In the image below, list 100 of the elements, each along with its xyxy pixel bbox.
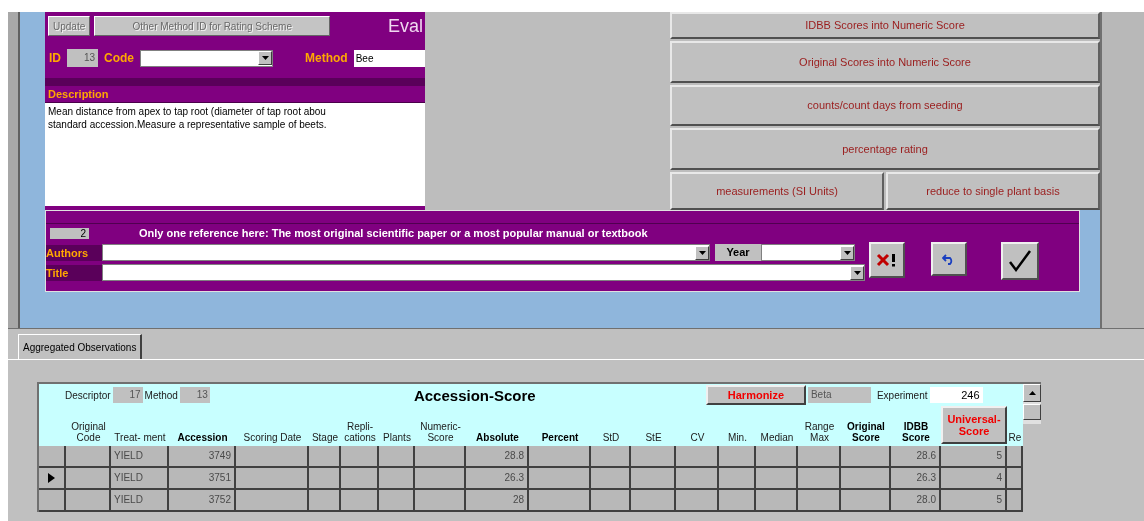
undo-button[interactable] xyxy=(931,242,967,276)
reference-note: Only one reference here: The most original scientific paper or a most popular manual or textbook xyxy=(139,227,648,239)
table-cell xyxy=(719,490,756,512)
table-cell xyxy=(798,490,841,512)
conversion-button[interactable]: counts/count days from seeding xyxy=(670,84,1100,127)
conversion-button[interactable]: reduce to single plant basis xyxy=(886,172,1100,210)
table-cell xyxy=(719,446,756,468)
table-cell: 5 xyxy=(941,446,1007,468)
column-header: Numeric- Score xyxy=(419,421,462,445)
beta-field: Beta xyxy=(807,387,871,403)
table-cell xyxy=(841,446,891,468)
table-cell xyxy=(415,446,466,468)
table-cell xyxy=(631,468,676,490)
scrollbar[interactable] xyxy=(1023,384,1041,424)
year-combo[interactable] xyxy=(761,244,855,261)
code-label: Code xyxy=(104,51,134,65)
table-cell: 4 xyxy=(941,468,1007,490)
title-combo[interactable] xyxy=(102,264,865,281)
form-title: Eval xyxy=(388,15,424,37)
authors-label: Authors xyxy=(46,244,102,261)
conversion-button[interactable]: IDBB Scores into Numeric Score xyxy=(670,12,1100,39)
table-cell xyxy=(591,468,631,490)
table-cell xyxy=(591,446,631,468)
id-field: 13 xyxy=(67,49,98,67)
table-cell xyxy=(529,468,591,490)
column-header: Range Max xyxy=(803,421,836,445)
table-cell xyxy=(1007,468,1023,490)
column-header: StD xyxy=(601,432,621,445)
table-cell xyxy=(309,446,341,468)
method-field: 13 xyxy=(179,387,210,403)
column-header: StE xyxy=(644,432,663,445)
column-header: Original Score xyxy=(846,421,886,445)
row-selector[interactable] xyxy=(39,446,66,468)
descriptor-label: Descriptor xyxy=(65,389,111,401)
table-cell xyxy=(379,446,415,468)
confirm-button[interactable] xyxy=(1001,242,1039,280)
column-header: Percent xyxy=(540,432,580,445)
dropdown-arrow-icon xyxy=(853,270,861,275)
method-field[interactable]: Bee xyxy=(353,49,425,67)
table-cell: 3752 xyxy=(169,490,236,512)
table-cell xyxy=(66,468,111,490)
table-cell xyxy=(756,468,798,490)
title-label: Title xyxy=(46,264,102,281)
tab[interactable]: Aggregated Observations xyxy=(18,334,143,359)
table-cell xyxy=(676,446,719,468)
year-label: Year xyxy=(715,244,761,261)
row-selector[interactable] xyxy=(39,468,66,490)
checkmark-icon xyxy=(1007,248,1033,274)
column-header: Median xyxy=(759,432,795,445)
conversion-button[interactable]: measurements (SI Units) xyxy=(670,172,884,210)
scroll-up-icon xyxy=(1028,391,1036,395)
experiment-field[interactable]: 246 xyxy=(929,387,983,403)
table-cell xyxy=(676,490,719,512)
reference-number-field: 2 xyxy=(50,227,89,239)
dropdown-arrow-icon xyxy=(261,56,269,60)
table-cell xyxy=(841,490,891,512)
table-cell: YIELD xyxy=(111,468,169,490)
column-header: Min. xyxy=(727,432,748,445)
row-selector[interactable] xyxy=(39,490,66,512)
experiment-label: Experiment xyxy=(876,389,928,401)
table-cell xyxy=(841,468,891,490)
table-cell: 5 xyxy=(941,490,1007,512)
table-cell: 3751 xyxy=(169,468,236,490)
table-cell: 26.3 xyxy=(466,468,529,490)
column-header: Absolute xyxy=(475,432,520,445)
table-cell xyxy=(66,446,111,468)
authors-combo[interactable] xyxy=(102,244,710,261)
subform-title: Accession-Score xyxy=(413,386,537,404)
descriptor-field: 17 xyxy=(112,387,143,403)
table-cell: 3749 xyxy=(169,446,236,468)
table-cell xyxy=(631,490,676,512)
table-cell xyxy=(1007,446,1023,468)
column-header: CV xyxy=(689,432,706,445)
table-cell xyxy=(341,490,379,512)
form-button[interactable]: Other Method ID for Rating Scheme xyxy=(94,16,331,36)
code-combo[interactable] xyxy=(140,49,273,67)
table-cell xyxy=(341,446,379,468)
delete-button[interactable] xyxy=(869,242,905,278)
conversion-button[interactable]: Original Scores into Numeric Score xyxy=(670,40,1100,83)
form-button[interactable]: Update xyxy=(48,16,91,36)
conversion-button[interactable]: percentage rating xyxy=(670,128,1100,171)
column-header: Accession xyxy=(176,432,229,445)
column-header: Repli- cations xyxy=(343,421,377,445)
table-cell: YIELD xyxy=(111,490,169,512)
harmonize-button[interactable]: Harmonize xyxy=(705,385,806,405)
table-cell xyxy=(309,490,341,512)
table-cell xyxy=(379,468,415,490)
column-header: Original Code xyxy=(70,421,107,445)
table-cell: 26.3 xyxy=(891,468,941,490)
delete-icon xyxy=(876,253,898,267)
table-cell: YIELD xyxy=(111,446,169,468)
table-cell xyxy=(631,446,676,468)
universal-score-button[interactable]: Universal- Score xyxy=(941,406,1007,444)
column-header: Plants xyxy=(382,432,412,445)
table-cell xyxy=(719,468,756,490)
description-field[interactable]: Mean distance from apex to tap root (diameter of tap root abou standard accession.Measure a representative sample of beets. xyxy=(45,103,425,206)
column-header: IDBB Score xyxy=(901,421,931,445)
dropdown-arrow-icon xyxy=(843,250,851,255)
table-cell: 28.8 xyxy=(466,446,529,468)
dropdown-arrow-icon xyxy=(698,250,706,255)
